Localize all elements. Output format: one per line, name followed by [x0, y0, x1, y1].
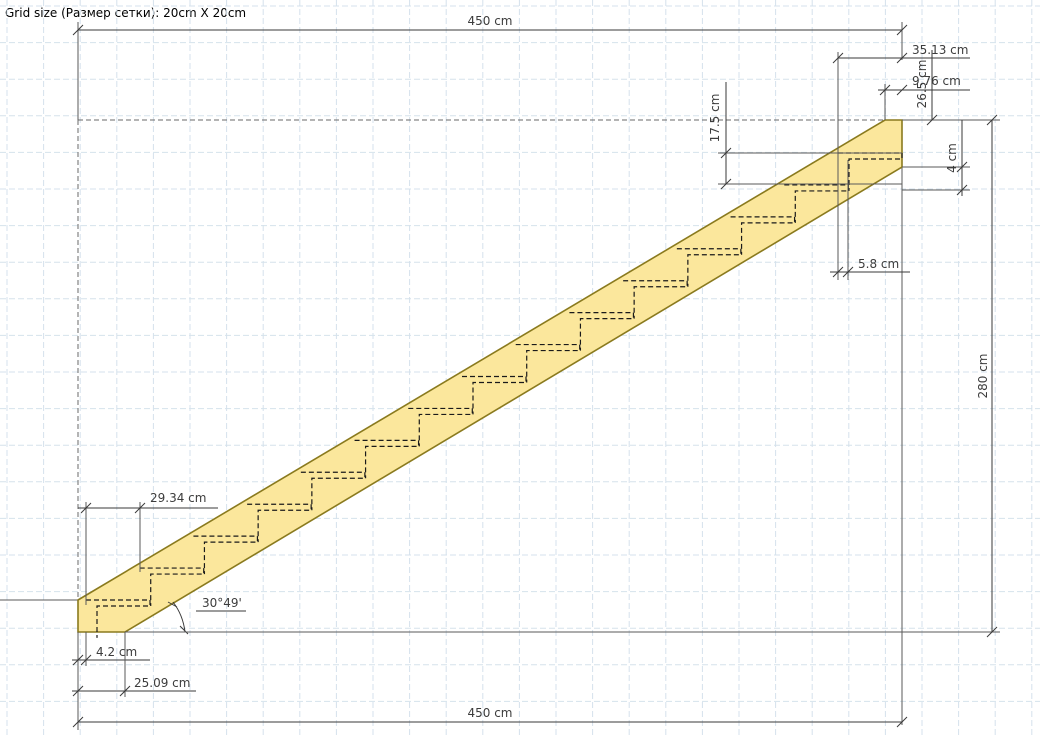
dim-bottom-offset: 4.2 cm	[72, 632, 150, 666]
total-height-label: 280 cm	[976, 353, 990, 398]
step-going-label: 29.34 cm	[150, 491, 206, 505]
bottom-offset-label: 4.2 cm	[96, 645, 137, 659]
total-width-top-label: 450 cm	[467, 14, 512, 28]
stringer-angle-label: 30°49'	[202, 596, 242, 610]
stair-drawing: 450 cm 450 cm 280 cm 35.13 cm 9.76 cm 26	[0, 0, 1040, 737]
top-rise-fragment-label: 26.5 cm	[915, 60, 929, 109]
tread-overhang-top-label: 35.13 cm	[912, 43, 968, 57]
dim-total-height: 280 cm	[902, 114, 1000, 638]
dim-total-width-top: 450 cm	[72, 14, 908, 120]
guide-lines	[0, 119, 1000, 725]
total-width-bottom-label: 450 cm	[467, 706, 512, 720]
step-rise-label: 17.5 cm	[708, 94, 722, 143]
dim-tread-thickness: 4 cm	[902, 120, 970, 196]
riser-offset-label: 5.8 cm	[858, 257, 899, 271]
tread-thickness-label: 4 cm	[945, 143, 959, 173]
dim-total-width-bottom: 450 cm	[72, 632, 908, 730]
bottom-stringer-cut-label: 25.09 cm	[134, 676, 190, 690]
